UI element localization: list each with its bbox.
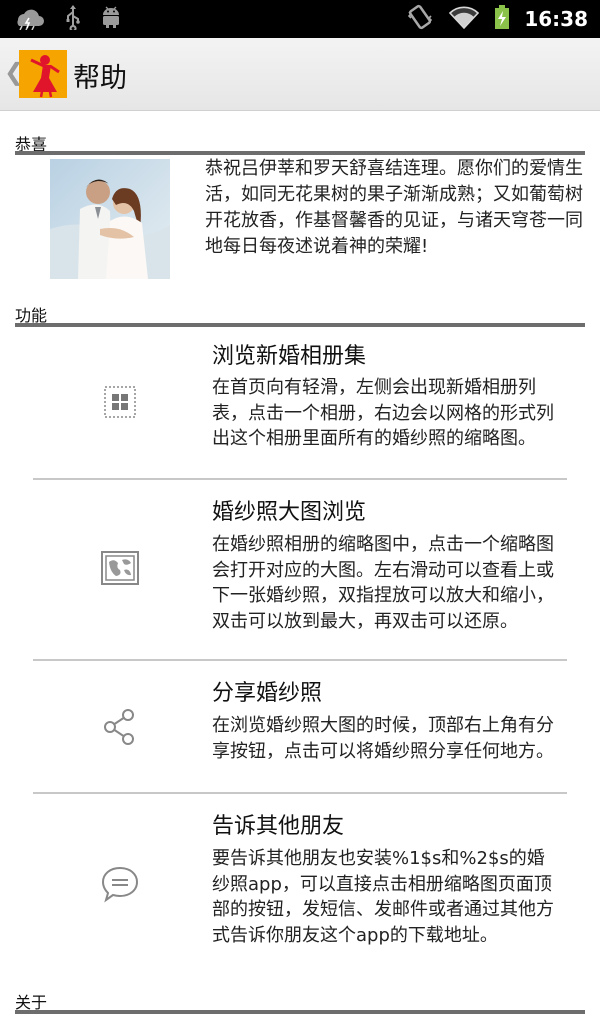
- wifi-icon: [448, 4, 480, 34]
- list-divider: [33, 659, 567, 661]
- page-title: 帮助: [73, 63, 127, 94]
- wedding-photo: [50, 159, 170, 279]
- picture-icon: [100, 548, 140, 588]
- congrats-message: 恭祝吕伊莘和罗天舒喜结连理。愿你们的爱情生活，如同无花果树的果子渐渐成熟；又如葡…: [205, 158, 583, 257]
- feature-description: 在婚纱照相册的缩略图中，点击一个缩略图会打开对应的大图。左右滑动可以查看上或下一…: [212, 534, 554, 632]
- feature-description: 要告诉其他朋友也安装%1$s和%2$s的婚纱照app，可以直接点击相册缩略图页面…: [212, 848, 554, 946]
- weather-icon: [10, 4, 46, 34]
- status-bar: 16:38: [0, 0, 600, 38]
- share-icon: [100, 707, 140, 747]
- vibrate-icon: [406, 4, 434, 34]
- section-divider: [15, 151, 585, 155]
- app-logo[interactable]: [19, 50, 67, 98]
- section-divider: [15, 1010, 585, 1014]
- system-icons: 16:38: [406, 0, 588, 38]
- battery-charging-icon: [494, 4, 510, 34]
- notification-icons: [10, 4, 122, 34]
- android-debug-icon: [100, 5, 122, 33]
- section-divider: [15, 323, 585, 327]
- list-divider: [33, 792, 567, 794]
- feature-title: 婚纱照大图浏览: [212, 500, 367, 525]
- usb-icon: [64, 4, 82, 34]
- feature-title: 告诉其他朋友: [212, 814, 345, 839]
- feature-title: 分享婚纱照: [212, 681, 323, 706]
- grid-icon: [100, 382, 140, 422]
- feature-title: 浏览新婚相册集: [212, 344, 367, 369]
- feature-description: 在浏览婚纱照大图的时候，顶部右上角有分享按钮，点击可以将婚纱照分享任何地方。: [212, 715, 554, 762]
- action-bar: ❮ 帮助: [0, 38, 600, 111]
- list-divider: [33, 478, 567, 480]
- feature-description: 在首页向有轻滑，左侧会出现新婚相册列表，点击一个相册，右边会以网格的形式列出这个…: [212, 377, 554, 449]
- chat-bubble-icon: [100, 864, 140, 904]
- clock: 16:38: [524, 7, 588, 31]
